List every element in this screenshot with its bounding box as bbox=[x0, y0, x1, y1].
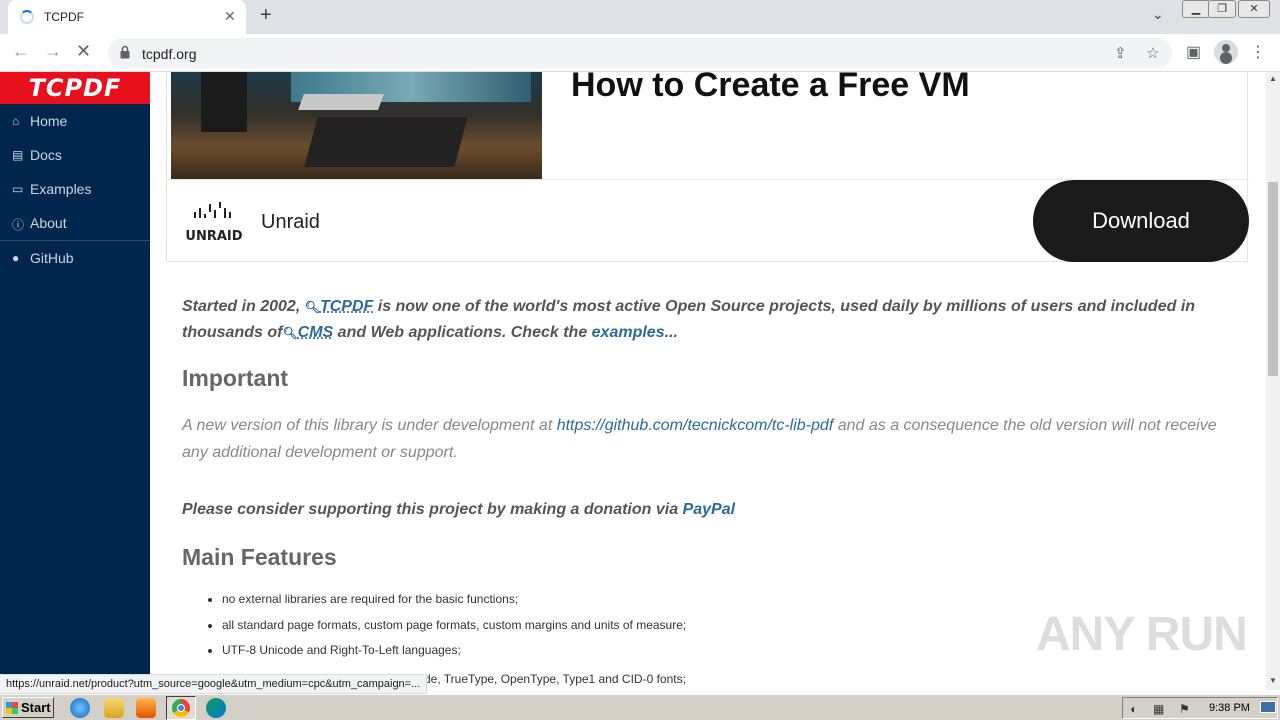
edge-icon[interactable] bbox=[206, 698, 226, 718]
unraid-logo[interactable]: UNRAID bbox=[181, 200, 247, 244]
main-content: How to Create a Free VM UNRAID Unraid Do… bbox=[150, 72, 1266, 674]
folder-icon[interactable] bbox=[104, 698, 124, 718]
show-desktop-icon[interactable] bbox=[1260, 701, 1276, 713]
list-item: UTF-8 Unicode and Right-To-Left language… bbox=[222, 643, 686, 669]
intro-paragraph: Started in 2002, 🔍︎TCPDF is now one of t… bbox=[182, 294, 1202, 346]
sidebar-item-label: Docs bbox=[30, 147, 62, 163]
sidebar-item-docs[interactable]: ▤ Docs bbox=[0, 138, 150, 172]
chevron-down-icon[interactable]: ⌄ bbox=[1152, 6, 1164, 23]
home-icon: ⌂ bbox=[12, 114, 20, 128]
donate-text: Please consider supporting this project … bbox=[182, 501, 683, 518]
tab-title: TCPDF bbox=[44, 10, 84, 24]
back-arrow-icon[interactable]: ← bbox=[12, 41, 30, 62]
intro-text: Started in 2002, bbox=[182, 298, 301, 315]
status-url-bubble: https://unraid.net/product?utm_source=go… bbox=[0, 674, 428, 694]
important-heading: Important bbox=[182, 365, 289, 391]
chrome-icon-center bbox=[177, 704, 185, 712]
github-repo-link[interactable]: https://github.com/tecnickcom/tc-lib-pdf bbox=[557, 417, 834, 434]
ad-banner[interactable]: How to Create a Free VM UNRAID Unraid Do… bbox=[166, 72, 1249, 262]
paypal-link[interactable]: PayPal bbox=[683, 501, 735, 518]
url-text[interactable]: tcpdf.org bbox=[142, 46, 196, 62]
sidebar-item-label: Examples bbox=[30, 181, 92, 197]
system-tray: ◖ ▦ ⚑ 9:38 PM bbox=[1122, 697, 1278, 719]
ad-headline[interactable]: How to Create a Free VM bbox=[571, 72, 970, 105]
tab-tcpdf[interactable]: TCPDF ✕ bbox=[8, 0, 246, 34]
loading-spinner-icon bbox=[20, 10, 34, 24]
tcpdf-link[interactable]: TCPDF bbox=[320, 298, 373, 315]
sidebar-item-label: GitHub bbox=[30, 250, 74, 266]
features-list: no external libraries are required for t… bbox=[222, 592, 686, 674]
scroll-thumb[interactable] bbox=[1268, 182, 1278, 376]
donate-paragraph: Please consider supporting this project … bbox=[182, 501, 735, 519]
search-icon: 🔍︎ bbox=[304, 300, 320, 314]
sidebar-item-github[interactable]: ● GitHub bbox=[0, 241, 150, 275]
examples-link[interactable]: examples bbox=[592, 324, 665, 341]
clock[interactable]: 9:38 PM bbox=[1209, 702, 1250, 714]
flag-icon[interactable]: ⚑ bbox=[1179, 702, 1190, 716]
volume-icon[interactable]: ◖ bbox=[1129, 702, 1136, 716]
profile-avatar-icon[interactable] bbox=[1214, 40, 1238, 64]
start-button[interactable]: Start bbox=[2, 697, 54, 718]
ad-image[interactable] bbox=[171, 72, 542, 179]
chrome-taskbar-button[interactable] bbox=[166, 696, 196, 720]
sidebar: TCPDF ⌂ Home ▤ Docs ▭ Examples ⓘ About ●… bbox=[0, 72, 150, 674]
feature-line-partial: de, TrueType, OpenType, Type1 and CID-0 … bbox=[424, 672, 686, 686]
close-window-button[interactable]: ✕ bbox=[1238, 0, 1270, 18]
github-icon: ● bbox=[12, 251, 20, 265]
sidebar-item-label: Home bbox=[30, 113, 68, 129]
ad-image-pad bbox=[304, 117, 468, 167]
windows-flag-icon bbox=[6, 702, 18, 714]
file-icon: ▭ bbox=[12, 182, 24, 196]
list-item: no external libraries are required for t… bbox=[222, 592, 686, 618]
sidebar-item-home[interactable]: ⌂ Home bbox=[0, 104, 150, 138]
list-item: all standard page formats, custom page f… bbox=[222, 618, 686, 644]
menu-kebab-icon[interactable]: ⋮ bbox=[1250, 42, 1266, 62]
search-icon: 🔍︎ bbox=[282, 326, 298, 340]
ad-image-speaker bbox=[201, 72, 247, 132]
lock-icon bbox=[120, 45, 130, 59]
svg-text:UNRAID: UNRAID bbox=[185, 229, 242, 244]
intro-text: and Web applications. Check the bbox=[333, 324, 592, 341]
start-label: Start bbox=[21, 700, 51, 715]
browser-toolbar: ← → ✕ tcpdf.org ⇪ ☆ ▣ ⋮ bbox=[0, 34, 1280, 72]
ad-brand-name[interactable]: Unraid bbox=[261, 211, 320, 234]
document-icon: ▤ bbox=[12, 148, 24, 162]
stop-loading-icon[interactable]: ✕ bbox=[76, 41, 91, 62]
restore-button[interactable]: ❐ bbox=[1208, 0, 1236, 18]
forward-arrow-icon[interactable]: → bbox=[44, 41, 62, 62]
sidebar-item-label: About bbox=[30, 215, 67, 231]
tcpdf-logo[interactable]: TCPDF bbox=[0, 72, 150, 104]
minimize-button[interactable]: ▁ bbox=[1182, 0, 1210, 18]
features-heading: Main Features bbox=[182, 544, 337, 570]
tab-strip: TCPDF ✕ + ⌄ ▁ ❐ ✕ bbox=[0, 0, 1280, 34]
intro-text: ... bbox=[664, 324, 678, 341]
ie-icon[interactable] bbox=[70, 698, 90, 718]
share-icon[interactable]: ⇪ bbox=[1114, 44, 1127, 62]
address-bar[interactable]: tcpdf.org ⇪ ☆ bbox=[108, 38, 1172, 68]
cms-link[interactable]: CMS bbox=[298, 324, 334, 341]
download-button[interactable]: Download bbox=[1033, 180, 1249, 262]
close-tab-icon[interactable]: ✕ bbox=[224, 8, 236, 25]
new-tab-button[interactable]: + bbox=[260, 4, 272, 27]
scroll-down-arrow-icon[interactable]: ▼ bbox=[1269, 676, 1277, 685]
sidebar-item-about[interactable]: ⓘ About bbox=[0, 206, 150, 240]
info-icon: ⓘ bbox=[12, 218, 25, 232]
windows-taskbar: Start ◖ ▦ ⚑ 9:38 PM bbox=[0, 694, 1280, 720]
important-notice: A new version of this library is under d… bbox=[182, 412, 1222, 466]
network-icon[interactable]: ▦ bbox=[1153, 702, 1164, 716]
media-player-icon[interactable] bbox=[136, 698, 156, 718]
bookmark-star-icon[interactable]: ☆ bbox=[1146, 44, 1159, 62]
side-panel-icon[interactable]: ▣ bbox=[1186, 42, 1201, 62]
ad-image-keyboard bbox=[298, 94, 384, 110]
scroll-up-arrow-icon[interactable]: ▲ bbox=[1269, 74, 1277, 83]
page-scrollbar[interactable]: ▲ ▼ bbox=[1266, 72, 1280, 690]
sidebar-item-examples[interactable]: ▭ Examples bbox=[0, 172, 150, 206]
notice-text: A new version of this library is under d… bbox=[182, 417, 557, 434]
anyrun-watermark: ANY RUN bbox=[1036, 608, 1248, 661]
